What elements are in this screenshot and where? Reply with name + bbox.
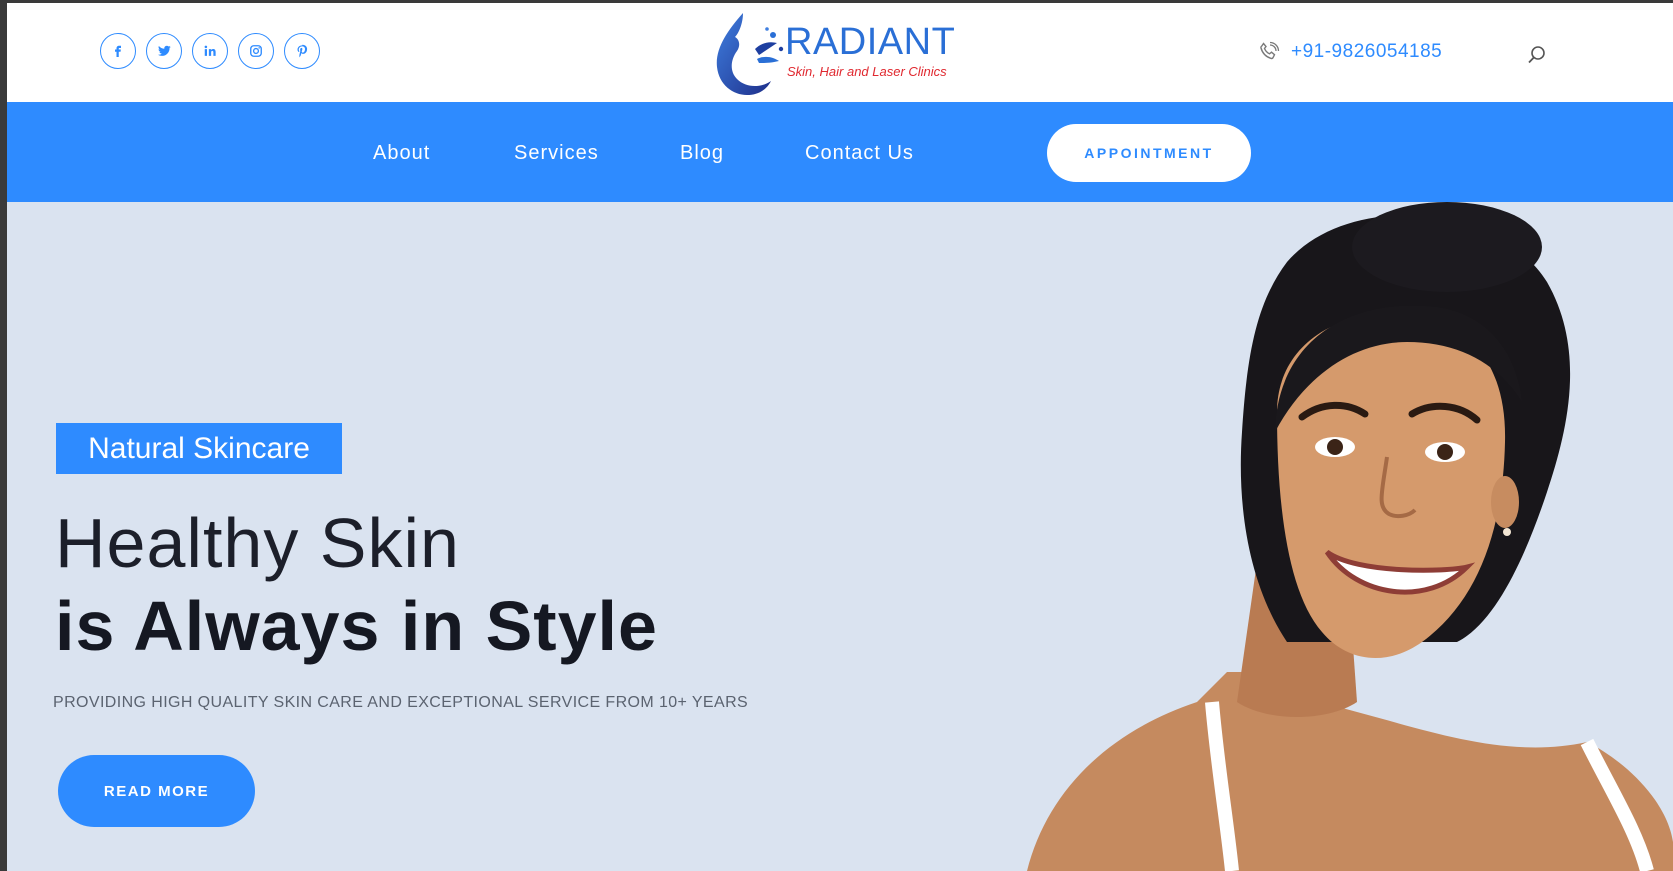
page: RADIANT Skin, Hair and Laser Clinics +91… — [7, 3, 1673, 871]
nav-contact-us[interactable]: Contact Us — [805, 142, 914, 165]
hero-portrait-image — [1027, 202, 1673, 871]
nav-blog[interactable]: Blog — [680, 142, 724, 165]
phone-number[interactable]: +91-9826054185 — [1291, 41, 1442, 63]
pinterest-link[interactable] — [284, 33, 320, 69]
hero-headline-line2: is Always in Style — [55, 587, 658, 665]
instagram-link[interactable] — [238, 33, 274, 69]
pinterest-icon — [297, 44, 308, 58]
twitter-icon — [158, 45, 171, 56]
read-more-button[interactable]: READ MORE — [58, 755, 255, 827]
phone-contact[interactable]: +91-9826054185 — [1257, 40, 1442, 64]
instagram-icon — [250, 45, 262, 57]
nav-about[interactable]: About — [373, 142, 430, 165]
search-icon[interactable] — [1525, 43, 1549, 67]
facebook-link[interactable] — [100, 33, 136, 69]
top-header: RADIANT Skin, Hair and Laser Clinics +91… — [7, 3, 1673, 102]
linkedin-icon — [204, 45, 216, 56]
main-nav: About Services Blog Contact Us APPOINTME… — [7, 102, 1673, 202]
logo-face-icon — [716, 13, 784, 95]
hero-headline-line1: Healthy Skin — [55, 504, 460, 582]
twitter-link[interactable] — [146, 33, 182, 69]
phone-icon — [1260, 41, 1280, 60]
logo-name: RADIANT — [785, 21, 956, 63]
hero-badge: Natural Skincare — [56, 423, 342, 474]
appointment-button[interactable]: APPOINTMENT — [1047, 124, 1251, 182]
social-links — [100, 33, 320, 69]
linkedin-link[interactable] — [192, 33, 228, 69]
nav-services[interactable]: Services — [514, 142, 599, 165]
logo-tagline: Skin, Hair and Laser Clinics — [787, 64, 947, 79]
hero-subtitle: PROVIDING HIGH QUALITY SKIN CARE AND EXC… — [53, 694, 749, 711]
brand-logo[interactable]: RADIANT Skin, Hair and Laser Clinics — [707, 7, 957, 99]
facebook-icon — [115, 45, 121, 57]
